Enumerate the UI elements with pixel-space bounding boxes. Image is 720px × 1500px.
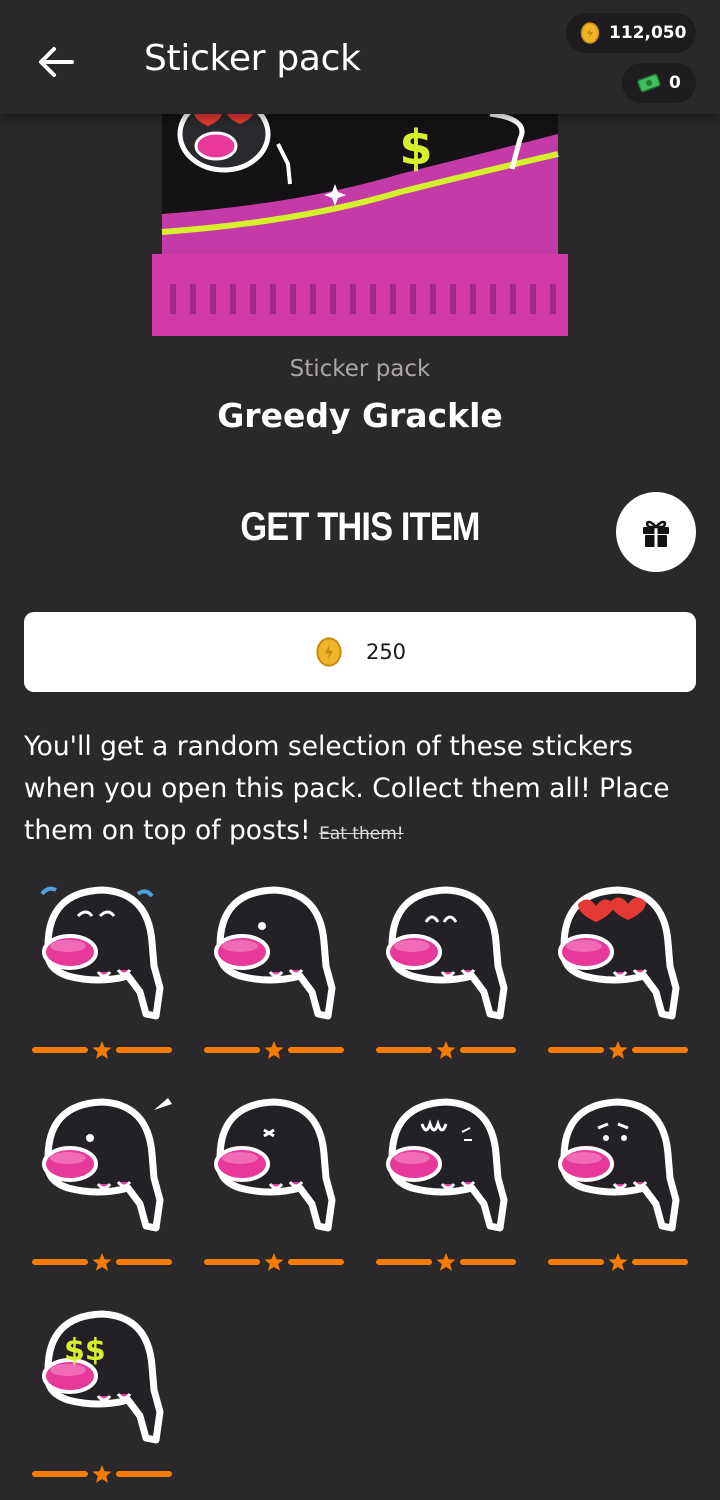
- grackle-sticker-image: [558, 886, 680, 1020]
- rarity-star-bar: [548, 1253, 688, 1271]
- grackle-sticker-image: [214, 886, 336, 1020]
- rarity-star-bar: [32, 1465, 172, 1483]
- coin-icon: [580, 22, 600, 44]
- gift-icon: [643, 520, 669, 547]
- cash-icon: [637, 73, 661, 93]
- coin-balance[interactable]: 112,050: [566, 13, 696, 53]
- sticker-worried[interactable]: [540, 1088, 696, 1288]
- top-bar: Sticker pack 112,050 0: [0, 0, 720, 114]
- rarity-star-bar: [548, 1041, 688, 1059]
- rarity-star-bar: [32, 1253, 172, 1271]
- svg-text:$$: $$: [64, 1333, 106, 1368]
- grackle-sticker-image: $$: [42, 1310, 164, 1444]
- buy-with-coins-button[interactable]: 250: [24, 612, 696, 692]
- coin-icon: [316, 637, 342, 667]
- rarity-star-bar: [32, 1041, 172, 1059]
- sticker-winking[interactable]: [196, 1088, 352, 1288]
- price-value: 250: [365, 640, 407, 664]
- rarity-star-bar: [376, 1041, 516, 1059]
- sticker-plain[interactable]: [196, 876, 352, 1076]
- screen-title: Sticker pack: [144, 38, 361, 79]
- back-arrow-icon[interactable]: [34, 40, 78, 84]
- cash-balance[interactable]: 0: [622, 63, 696, 103]
- pack-description: You'll get a random selection of these s…: [24, 726, 704, 855]
- grackle-sticker-image: [386, 886, 508, 1020]
- rarity-star-bar: [204, 1253, 344, 1271]
- sticker-heart-eyes[interactable]: [540, 876, 696, 1076]
- item-type-label: Sticker pack: [289, 356, 431, 382]
- item-name: Greedy Grackle: [217, 396, 503, 435]
- sticker-happy[interactable]: [368, 876, 524, 1076]
- grackle-sticker-image: [40, 886, 164, 1020]
- cash-balance-value: 0: [669, 73, 681, 93]
- grackle-sticker-image: [558, 1098, 680, 1232]
- sticker-pack-image: $: [152, 114, 568, 336]
- grackle-sticker-image: [42, 1098, 172, 1232]
- gift-button[interactable]: [616, 492, 696, 572]
- coin-balance-value: 112,050: [609, 23, 687, 43]
- description-strike-text: Eat them!: [319, 824, 404, 844]
- get-item-heading: GET THIS ITEM: [240, 505, 480, 549]
- sticker-shouting[interactable]: [24, 1088, 180, 1288]
- sticker-dollar-eyes[interactable]: $$: [24, 1300, 180, 1500]
- grackle-sticker-image: [386, 1098, 508, 1232]
- rarity-star-bar: [376, 1253, 516, 1271]
- grackle-sticker-image: [214, 1098, 336, 1232]
- svg-text:$: $: [399, 120, 432, 176]
- rarity-star-bar: [204, 1041, 344, 1059]
- sticker-scared[interactable]: [368, 1088, 524, 1288]
- sticker-crying[interactable]: [24, 876, 180, 1076]
